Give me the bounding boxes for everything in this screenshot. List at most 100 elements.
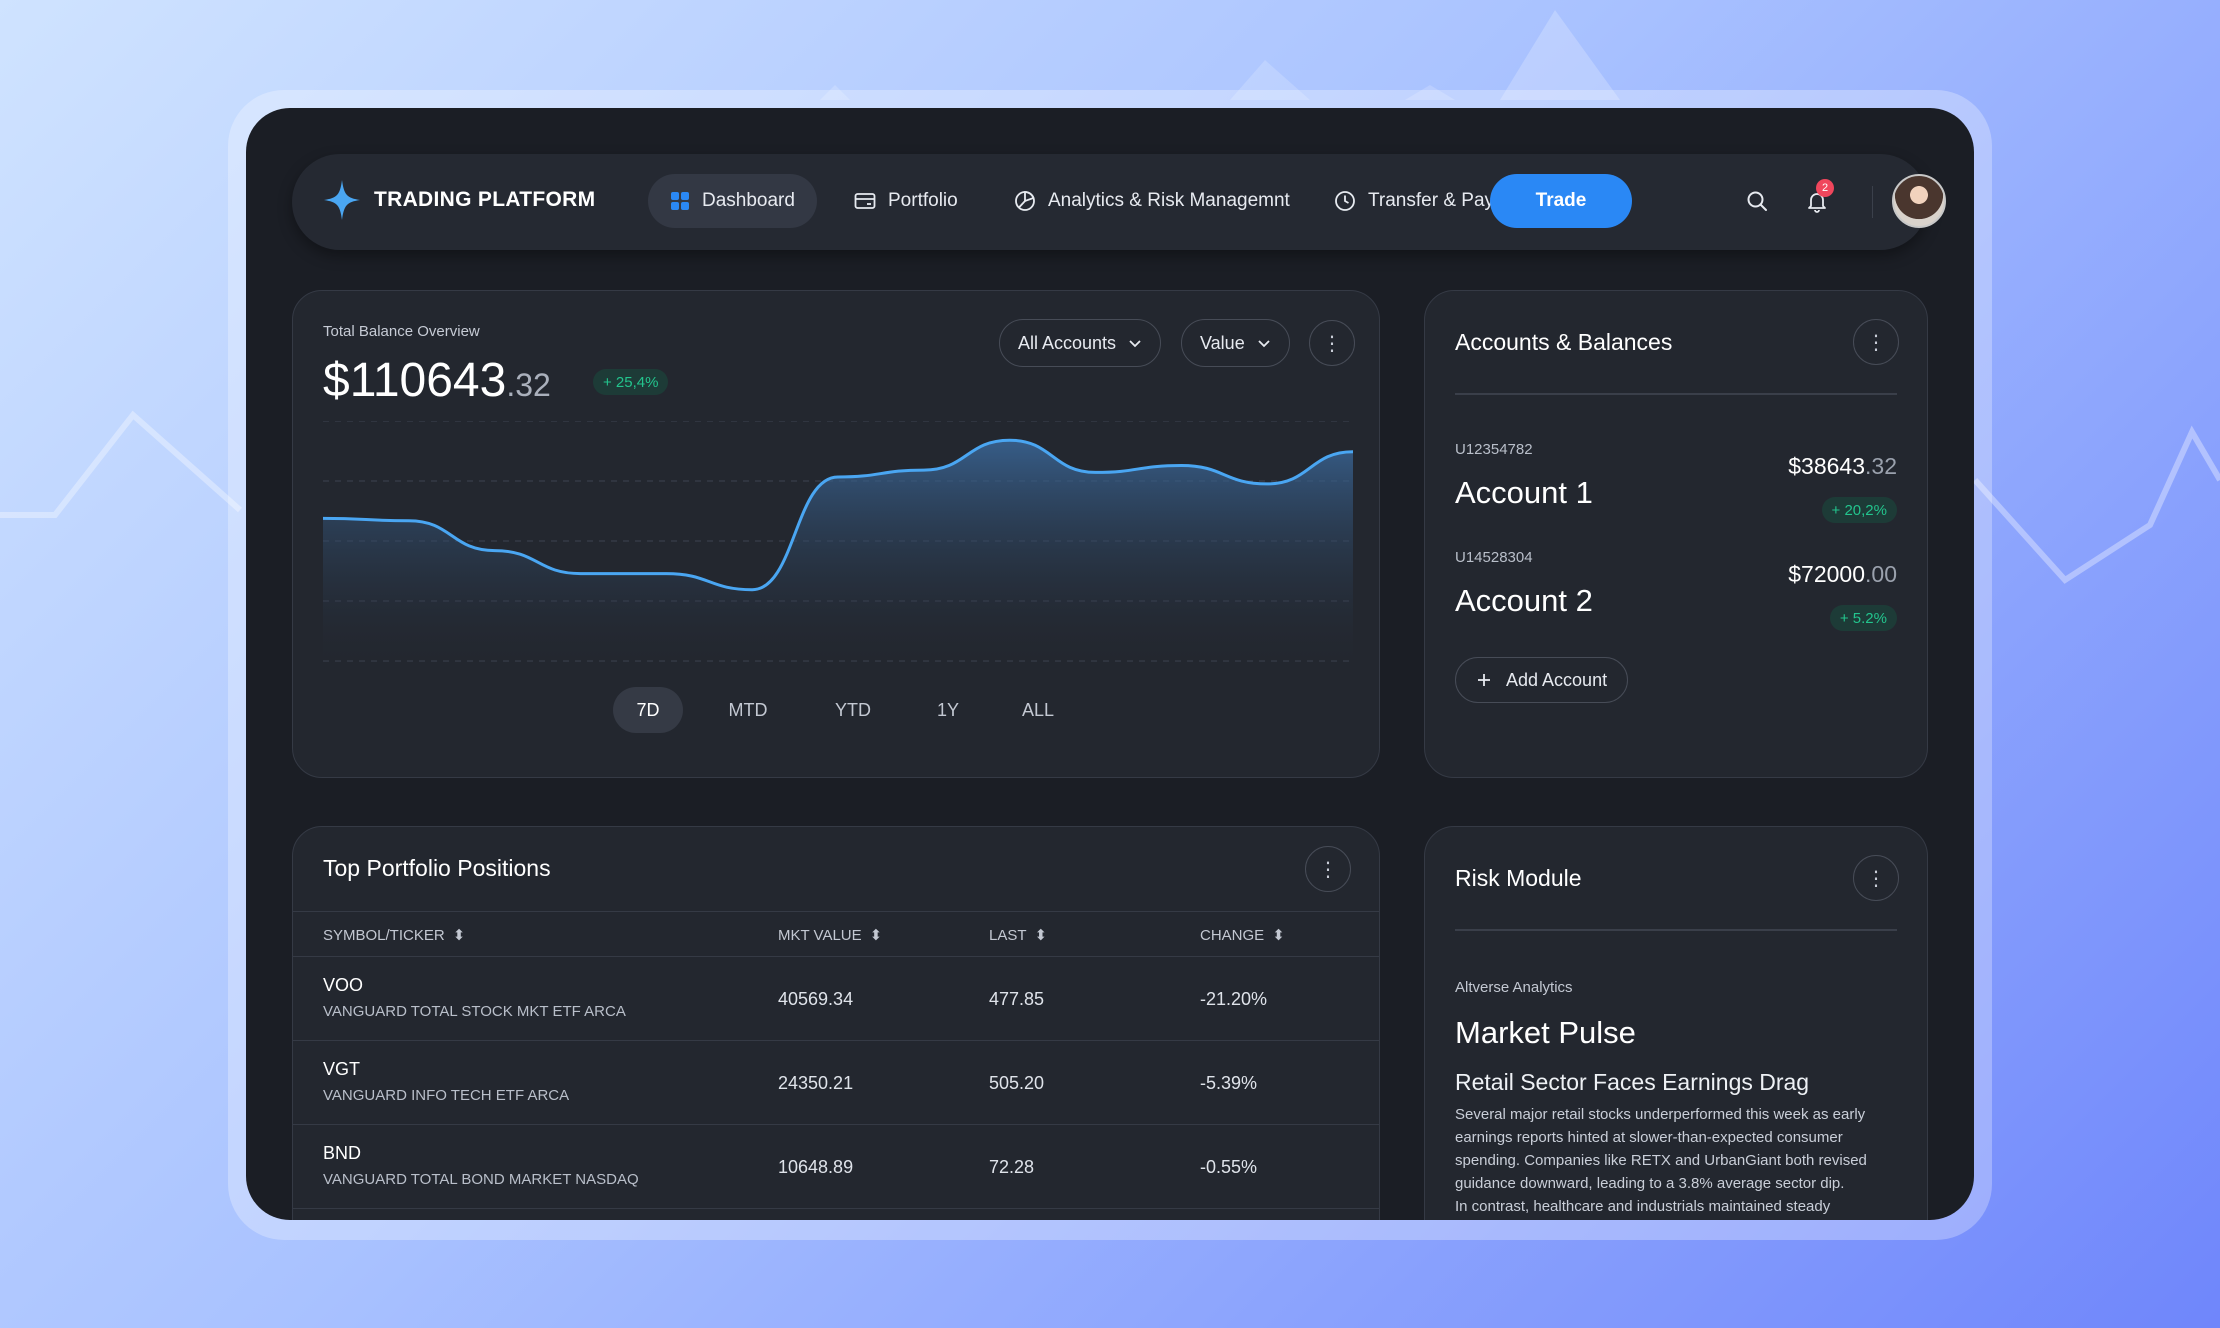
account-value: $38643.32 — [1788, 453, 1897, 480]
nav-portfolio-label: Portfolio — [888, 190, 958, 211]
balance-more-button[interactable]: ⋮ — [1309, 320, 1355, 366]
accounts-divider — [1455, 393, 1897, 395]
metric-dropdown[interactable]: Value — [1181, 319, 1290, 367]
metric-dropdown-label: Value — [1200, 332, 1245, 353]
user-avatar[interactable] — [1892, 174, 1946, 228]
row-mkt-value: 40569.34 — [778, 989, 854, 1009]
balance-title: Total Balance Overview — [323, 323, 480, 340]
nav-divider — [1872, 186, 1873, 218]
more-vertical-icon: ⋮ — [1866, 867, 1886, 890]
balance-area-chart — [323, 421, 1353, 662]
range-7d[interactable]: 7D — [613, 687, 683, 733]
column-symbol-label: SYMBOL/TICKER — [323, 926, 445, 944]
column-mkt-value-label: MKT VALUE — [778, 926, 862, 944]
more-vertical-icon: ⋮ — [1866, 331, 1886, 354]
sort-icon: ⬍ — [452, 927, 466, 944]
column-symbol[interactable]: SYMBOL/TICKER ⬍ — [323, 926, 466, 945]
account-id: U14528304 — [1455, 549, 1533, 566]
account-change-badge: + 5.2% — [1829, 605, 1897, 631]
pie-chart-icon — [1015, 191, 1035, 211]
risk-subheadline: Retail Sector Faces Earnings Drag — [1455, 1069, 1810, 1095]
row-change: -0.55% — [1200, 1157, 1258, 1177]
account-name: Account 2 — [1455, 583, 1593, 618]
account-item[interactable]: U12354782 Account 1 $38643.32 + 20,2% — [1455, 441, 1897, 541]
column-change-label: CHANGE — [1200, 926, 1265, 944]
row-change: -21.20% — [1200, 989, 1268, 1009]
account-value-cents: .00 — [1865, 561, 1897, 587]
range-mtd[interactable]: MTD — [703, 687, 793, 733]
sort-icon: ⬍ — [869, 927, 883, 944]
chevron-down-icon — [1129, 340, 1141, 348]
range-all[interactable]: ALL — [1003, 687, 1073, 733]
column-last-label: LAST — [989, 926, 1027, 944]
chevron-down-icon — [1258, 340, 1270, 348]
clock-icon — [1335, 191, 1355, 211]
row-name: VANGUARD INFO TECH ETF ARCA — [323, 1087, 570, 1104]
range-1y[interactable]: 1Y — [913, 687, 983, 733]
positions-title: Top Portfolio Positions — [323, 855, 551, 881]
brand-name: TRADING PLATFORM — [374, 188, 596, 211]
row-change: -5.39% — [1200, 1073, 1258, 1093]
positions-table: SYMBOL/TICKER ⬍ MKT VALUE ⬍ LAST ⬍ CHANGE ⬍ … — [293, 911, 1379, 1209]
accounts-title: Accounts & Balances — [1455, 329, 1673, 355]
balance-change-badge: + 25,4% — [593, 369, 669, 395]
chart-area — [323, 440, 1353, 661]
sparkle-logo-icon — [324, 180, 360, 220]
risk-article-body: Several major retail stocks underperform… — [1455, 1106, 1867, 1215]
positions-card: Top Portfolio Positions ⋮ SYMBOL/TICKER ⬍… — [292, 826, 1380, 1220]
row-symbol: BND — [323, 1143, 362, 1163]
risk-card: Risk Module ⋮ Altverse Analytics Market … — [1424, 826, 1928, 1220]
account-value-cents: .32 — [1865, 453, 1897, 479]
nav-portfolio[interactable]: Portfolio — [832, 174, 980, 228]
range-ytd[interactable]: YTD — [813, 687, 893, 733]
nav-analytics-risk[interactable]: Analytics & Risk Managemnt — [992, 174, 1312, 228]
accounts-card: Accounts & Balances ⋮ U12354782 Account … — [1424, 290, 1928, 778]
sort-icon: ⬍ — [1034, 927, 1048, 944]
account-value-whole: $72000 — [1788, 561, 1866, 587]
account-item[interactable]: U14528304 Account 2 $72000.00 + 5.2% — [1455, 549, 1897, 649]
row-mkt-value: 10648.89 — [778, 1157, 854, 1177]
nav-analytics-label: Analytics & Risk Managemnt — [1048, 190, 1290, 211]
account-value: $72000.00 — [1788, 561, 1897, 588]
trade-button[interactable]: Trade — [1490, 174, 1632, 228]
row-name: VANGUARD TOTAL BOND MARKET NASDAQ — [323, 1171, 639, 1188]
nav-dashboard[interactable]: Dashboard — [648, 174, 817, 228]
column-change[interactable]: CHANGE ⬍ — [1200, 926, 1285, 945]
table-row[interactable]: VOO VANGUARD TOTAL STOCK MKT ETF ARCA 40… — [293, 957, 1379, 1041]
add-account-label: Add Account — [1506, 669, 1608, 690]
time-range-selector: 7D MTD YTD 1Y ALL — [613, 687, 1073, 733]
row-name: VANGUARD TOTAL STOCK MKT ETF ARCA — [323, 1003, 626, 1020]
balance-amount: $110643.32 — [323, 353, 551, 408]
add-account-button[interactable]: Add Account — [1455, 657, 1629, 703]
brand-logo[interactable]: TRADING PLATFORM — [322, 178, 595, 222]
nav-dashboard-label: Dashboard — [702, 190, 795, 211]
risk-more-button[interactable]: ⋮ — [1853, 855, 1899, 901]
app-window: TRADING PLATFORM Dashboard Portfolio Ana… — [246, 108, 1974, 1220]
risk-divider — [1455, 929, 1897, 931]
column-last[interactable]: LAST ⬍ — [989, 926, 1048, 945]
table-row[interactable]: BND VANGUARD TOTAL BOND MARKET NASDAQ 10… — [293, 1125, 1379, 1209]
search-button[interactable] — [1738, 182, 1776, 220]
account-name: Account 1 — [1455, 475, 1593, 510]
account-change-badge: + 20,2% — [1821, 497, 1897, 523]
grid-icon — [671, 192, 689, 210]
row-last: 477.85 — [989, 989, 1045, 1009]
notifications-button[interactable]: 2 — [1798, 179, 1836, 220]
row-symbol: VGT — [323, 1059, 361, 1079]
positions-more-button[interactable]: ⋮ — [1305, 846, 1351, 892]
nav-transfer-pay[interactable]: Transfer & Pay — [1312, 174, 1516, 228]
risk-headline: Market Pulse — [1455, 1015, 1636, 1050]
column-mkt-value[interactable]: MKT VALUE ⬍ — [778, 926, 883, 945]
sort-icon: ⬍ — [1272, 927, 1285, 944]
plus-icon — [1478, 674, 1490, 686]
row-last: 505.20 — [989, 1073, 1045, 1093]
row-mkt-value: 24350.21 — [778, 1073, 854, 1093]
table-row[interactable]: VGT VANGUARD INFO TECH ETF ARCA 24350.21… — [293, 1041, 1379, 1125]
row-last: 72.28 — [989, 1157, 1035, 1177]
account-value-whole: $38643 — [1788, 453, 1866, 479]
more-vertical-icon: ⋮ — [1318, 858, 1338, 881]
accounts-dropdown[interactable]: All Accounts — [999, 319, 1162, 367]
accounts-more-button[interactable]: ⋮ — [1853, 319, 1899, 365]
top-navigation: TRADING PLATFORM Dashboard Portfolio Ana… — [292, 154, 1946, 250]
accounts-dropdown-label: All Accounts — [1018, 332, 1117, 353]
